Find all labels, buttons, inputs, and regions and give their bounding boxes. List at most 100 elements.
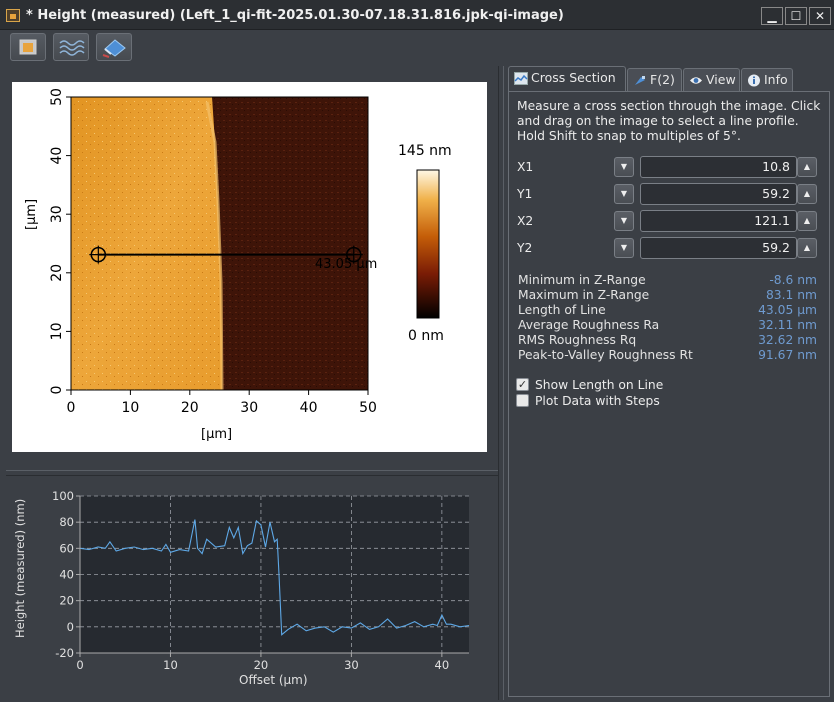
image-x-tick-label: 50 <box>359 400 377 416</box>
app-icon <box>6 9 20 22</box>
y-tick-label: 0 <box>67 620 74 634</box>
x2-field[interactable]: 121.1 <box>640 210 797 232</box>
image-x-tick-label: 20 <box>181 400 199 416</box>
y2-label: Y2 <box>517 241 533 255</box>
y2-field[interactable]: 59.2 <box>640 237 797 259</box>
plot-y-ticks: -20 0 20 40 60 80 100 <box>52 489 80 660</box>
image-x-tick-label: 40 <box>300 400 318 416</box>
x1-field[interactable]: 10.8 <box>640 156 797 178</box>
y1-increment-button[interactable]: ▲ <box>797 184 817 204</box>
x-tick-label: 20 <box>254 658 269 672</box>
close-button[interactable]: ✕ <box>809 7 831 25</box>
image-x-ticks: 0 10 20 30 40 50 <box>67 390 377 416</box>
y-tick-label: 60 <box>59 541 74 555</box>
image-view[interactable]: 0 10 20 30 40 50 0 10 20 30 40 50 [µm] [µm] 145 nm… <box>12 82 487 452</box>
image-x-axis-label: [µm] <box>201 427 233 442</box>
info-icon <box>748 74 760 87</box>
square-selection-button[interactable] <box>10 33 46 61</box>
colorbar-min-label: 0 nm <box>408 328 444 344</box>
x1-decrement-button[interactable]: ▼ <box>614 157 634 177</box>
stat-ra-label: Average Roughness Ra <box>518 318 660 332</box>
stat-ra-value: 32.11 nm <box>758 318 817 332</box>
y1-decrement-button[interactable]: ▼ <box>614 184 634 204</box>
stat-max-value: 83.1 nm <box>765 288 817 302</box>
y2-increment-button[interactable]: ▲ <box>797 238 817 258</box>
plot-x-axis-label: Offset (µm) <box>239 673 308 687</box>
image-y-axis-label: [µm] <box>24 198 39 230</box>
stat-max-label: Maximum in Z-Range <box>518 288 650 302</box>
stat-rt-value: 91.67 nm <box>758 348 817 362</box>
plot-steps-checkbox[interactable] <box>516 394 529 407</box>
y2-decrement-button[interactable]: ▼ <box>614 238 634 258</box>
cross-section-description: Measure a cross section through the imag… <box>517 99 821 143</box>
image-y-ticks: 0 10 20 30 40 50 <box>49 88 71 394</box>
minimize-button[interactable]: ▁ <box>761 7 783 25</box>
y-tick-label: 80 <box>59 515 74 529</box>
stat-rt-label: Peak-to-Valley Roughness Rt <box>518 348 693 362</box>
eraser-button[interactable] <box>96 33 132 61</box>
x1-increment-button[interactable]: ▲ <box>797 157 817 177</box>
plot-y-axis-label: Height (measured) (nm) <box>13 498 27 638</box>
tab-f2[interactable]: F(2) <box>627 68 682 92</box>
stat-rq-label: RMS Roughness Rq <box>518 333 637 347</box>
maximize-button[interactable]: ☐ <box>785 7 807 25</box>
y-tick-label: 20 <box>59 594 74 608</box>
image-x-tick-label: 0 <box>67 400 76 416</box>
tab-label: Info <box>764 72 788 87</box>
tab-cross-section[interactable]: Cross Section <box>508 66 626 92</box>
profile-chart[interactable]: -20020406080100 0 10 20 30 40 <box>6 480 494 696</box>
tab-label: Cross Section <box>531 70 616 85</box>
stat-min-label: Minimum in Z-Range <box>518 273 646 287</box>
waves-icon <box>59 40 85 56</box>
square-selection-icon <box>19 39 37 55</box>
tab-label: F(2) <box>650 72 675 87</box>
y1-label: Y1 <box>517 187 533 201</box>
line-length-label: 43.05 µm <box>315 257 378 272</box>
plot-x-ticks: 0 10 20 30 40 <box>76 653 449 672</box>
toolbar <box>0 30 834 64</box>
image-x-tick-label: 30 <box>240 400 258 416</box>
image-y-tick-label: 10 <box>49 322 65 340</box>
stat-rq-value: 32.62 nm <box>758 333 817 347</box>
y1-field[interactable]: 59.2 <box>640 183 797 205</box>
tab-view[interactable]: View <box>683 68 740 92</box>
tip-icon <box>635 76 645 85</box>
x-tick-label: 10 <box>163 658 178 672</box>
stat-length-value: 43.05 µm <box>758 303 817 317</box>
x2-increment-button[interactable]: ▲ <box>797 211 817 231</box>
eye-icon <box>690 77 702 84</box>
y-tick-label: -20 <box>55 646 74 660</box>
vertical-splitter[interactable] <box>498 66 504 700</box>
stat-length-label: Length of Line <box>518 303 606 317</box>
x2-decrement-button[interactable]: ▼ <box>614 211 634 231</box>
show-length-label: Show Length on Line <box>535 378 664 392</box>
title-bar: * Height (measured) (Left_1_qi-fit-2025.… <box>0 0 834 30</box>
profile-plot[interactable]: -20 0 20 40 60 80 100 0 10 20 30 40 Height (measur… <box>6 480 494 696</box>
waves-button[interactable] <box>53 33 89 61</box>
height-map-canvas[interactable]: 0 10 20 30 40 50 0 10 20 30 40 50 <box>12 82 487 452</box>
image-y-tick-label: 30 <box>49 205 65 223</box>
colorbar-max-label: 145 nm <box>398 143 452 159</box>
image-y-tick-label: 0 <box>49 386 65 395</box>
plot-steps-label: Plot Data with Steps <box>535 394 660 408</box>
image-x-tick-label: 10 <box>121 400 139 416</box>
x-tick-label: 40 <box>435 658 450 672</box>
colorbar <box>416 169 440 319</box>
image-y-tick-label: 50 <box>49 88 65 106</box>
image-y-tick-label: 20 <box>49 264 65 282</box>
x1-label: X1 <box>517 160 534 174</box>
x-tick-label: 0 <box>76 658 83 672</box>
x-tick-label: 30 <box>344 658 359 672</box>
tab-info[interactable]: Info <box>741 68 793 92</box>
stat-min-value: -8.6 nm <box>769 273 817 287</box>
cross-section-panel: Measure a cross section through the imag… <box>508 91 830 697</box>
tab-bar: Cross Section F(2) View Info <box>506 66 830 92</box>
right-panel: Cross Section F(2) View Info Measure a c… <box>506 66 830 698</box>
y-tick-label: 100 <box>52 489 74 503</box>
show-length-checkbox[interactable]: ✓ <box>516 378 529 391</box>
horizontal-splitter[interactable] <box>6 470 498 476</box>
eraser-icon <box>102 39 126 58</box>
y-tick-label: 40 <box>59 568 74 582</box>
image-y-tick-label: 40 <box>49 147 65 165</box>
x2-label: X2 <box>517 214 534 228</box>
